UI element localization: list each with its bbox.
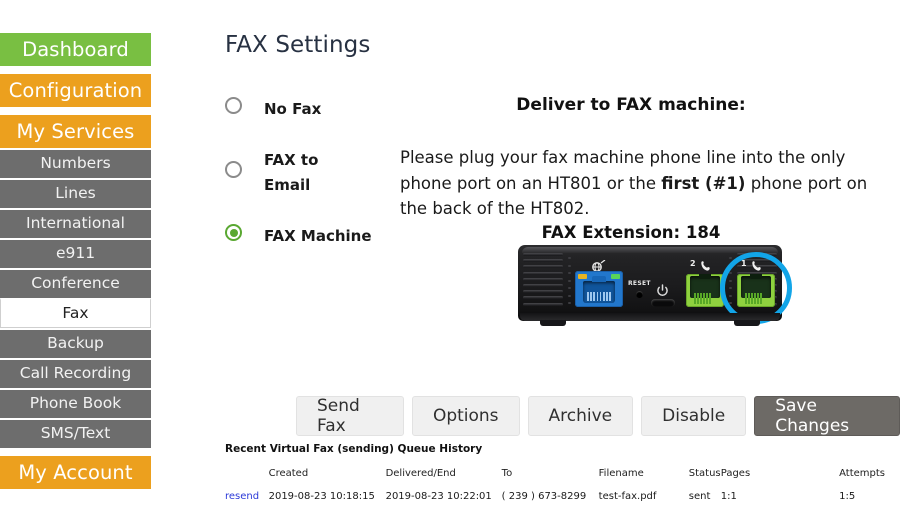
deliver-heading: Deliver to FAX machine: <box>381 95 881 115</box>
disable-button[interactable]: Disable <box>641 396 746 436</box>
sidebar-item-label: Dashboard <box>22 40 129 60</box>
col-created: Created <box>269 462 386 486</box>
table-row: resend2019-08-23 10:18:152019-08-23 10:2… <box>225 486 885 507</box>
ethernet-led-amber <box>578 274 587 279</box>
col-to: To <box>502 462 599 486</box>
ht802-device-image: RESET 2 <box>518 243 782 331</box>
page-title: FAX Settings <box>225 32 370 58</box>
col-status: Status <box>689 462 721 486</box>
archive-button[interactable]: Archive <box>528 396 634 436</box>
cell-filename: test-fax.pdf <box>599 486 689 507</box>
sidebar-item-label: Call Recording <box>20 366 131 382</box>
sidebar-gap <box>0 107 151 115</box>
device-screw-dots-left <box>568 257 571 310</box>
device-foot-left <box>540 320 566 326</box>
options-button[interactable]: Options <box>412 396 520 436</box>
cell-pages: 1:1 <box>721 486 839 507</box>
sidebar-gap <box>0 448 151 456</box>
fax-mode-option-fax-to-email[interactable]: FAX to Email <box>225 148 318 198</box>
sidebar-item-my-account[interactable]: My Account <box>0 456 151 489</box>
sidebar-item-e911[interactable]: e911 <box>0 238 151 268</box>
sidebar-item-label: My Account <box>18 463 132 483</box>
sidebar-item-numbers[interactable]: Numbers <box>0 148 151 178</box>
sidebar-item-call-recording[interactable]: Call Recording <box>0 358 151 388</box>
queue-table-head: Created Delivered/End To Filename Status… <box>225 462 885 486</box>
power-icon <box>656 282 669 295</box>
reset-pinhole <box>636 291 643 298</box>
sidebar-item-label: Lines <box>55 186 95 202</box>
sidebar-item-fax[interactable]: Fax <box>0 298 151 328</box>
cell-created: 2019-08-23 10:18:15 <box>269 486 386 507</box>
instructions-text: Please plug your fax machine phone line … <box>400 145 890 222</box>
sidebar-item-label: SMS/Text <box>41 426 111 442</box>
fax-extension-heading: FAX Extension: 184 <box>381 223 881 242</box>
radio-no-fax[interactable] <box>225 97 242 114</box>
cell-status: sent <box>689 486 721 507</box>
cell-delivered: 2019-08-23 10:22:01 <box>386 486 502 507</box>
sidebar-item-label: Numbers <box>40 156 110 172</box>
cell-to: ( 239 ) 673-8299 <box>502 486 599 507</box>
network-globe-icon <box>588 257 608 269</box>
sidebar-item-label: Fax <box>62 306 88 322</box>
sidebar: Dashboard Configuration My Services Numbers… <box>0 0 151 518</box>
phone-handset-icon-2 <box>700 257 712 269</box>
sidebar-item-label: e911 <box>56 246 95 262</box>
cell-attempts: 1:5 <box>839 486 885 507</box>
radio-fax-machine[interactable] <box>225 224 242 241</box>
phone-port-2 <box>686 274 724 307</box>
queue-history-title: Recent Virtual Fax (sending) Queue Histo… <box>225 443 482 455</box>
main-content: FAX Settings No Fax FAX to Email FAX Mac… <box>151 0 900 518</box>
fax-mode-label-fax-machine: FAX Machine <box>264 224 372 249</box>
queue-table-header-row: Created Delivered/End To Filename Status… <box>225 462 885 486</box>
fax-mode-label-fax-to-email: FAX to Email <box>264 148 318 198</box>
action-button-row: Send FaxOptionsArchiveDisableSave Change… <box>296 396 900 436</box>
sidebar-item-label: My Services <box>17 122 135 142</box>
ethernet-port <box>575 271 623 307</box>
ethernet-jack <box>583 281 615 303</box>
ethernet-pins <box>587 292 611 301</box>
queue-history-table: Created Delivered/End To Filename Status… <box>225 462 885 507</box>
device-foot-right <box>734 320 760 326</box>
phone-port-2-pins <box>694 293 711 304</box>
resend-link[interactable]: resend <box>225 486 269 507</box>
sidebar-item-configuration[interactable]: Configuration <box>0 74 151 107</box>
sidebar-item-lines[interactable]: Lines <box>0 178 151 208</box>
device-chassis: RESET 2 <box>518 245 782 321</box>
sidebar-item-label: Phone Book <box>30 396 122 412</box>
fax-mode-label-no-fax: No Fax <box>264 97 321 122</box>
col-attempts: Attempts <box>839 462 885 486</box>
instructions-bold: first (#1) <box>661 174 745 193</box>
send-fax-button[interactable]: Send Fax <box>296 396 404 436</box>
fax-mode-option-no-fax[interactable]: No Fax <box>225 97 321 122</box>
micro-usb-power-port <box>651 299 675 307</box>
sidebar-item-sms-text[interactable]: SMS/Text <box>0 418 151 448</box>
queue-table-body: resend2019-08-23 10:18:152019-08-23 10:2… <box>225 486 885 507</box>
col-filename: Filename <box>599 462 689 486</box>
sidebar-item-my-services[interactable]: My Services <box>0 115 151 148</box>
sidebar-item-international[interactable]: International <box>0 208 151 238</box>
fax-mode-option-fax-machine[interactable]: FAX Machine <box>225 224 372 249</box>
sidebar-item-label: Backup <box>47 336 104 352</box>
sidebar-item-label: Configuration <box>9 81 143 101</box>
radio-fax-to-email[interactable] <box>225 161 242 178</box>
ethernet-led-green <box>611 274 620 279</box>
sidebar-item-label: International <box>26 216 125 232</box>
reset-label: RESET <box>628 280 651 287</box>
col-action <box>225 462 269 486</box>
col-pages: Pages <box>721 462 839 486</box>
sidebar-item-dashboard[interactable]: Dashboard <box>0 33 151 66</box>
phone-port-2-number: 2 <box>690 259 696 268</box>
sidebar-item-phone-book[interactable]: Phone Book <box>0 388 151 418</box>
sidebar-item-label: Conference <box>31 276 120 292</box>
sidebar-item-conference[interactable]: Conference <box>0 268 151 298</box>
sidebar-gap <box>0 66 151 74</box>
col-delivered: Delivered/End <box>386 462 502 486</box>
sidebar-item-backup[interactable]: Backup <box>0 328 151 358</box>
device-vents-left <box>523 253 563 313</box>
save-changes-button[interactable]: Save Changes <box>754 396 900 436</box>
